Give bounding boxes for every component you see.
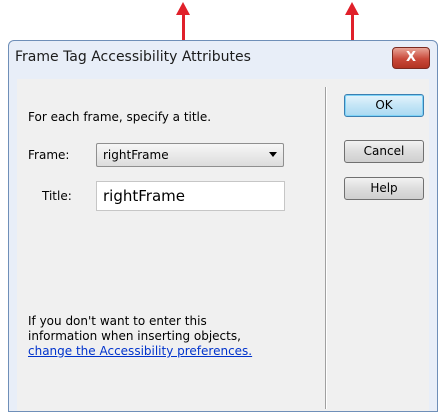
info-text: If you don't want to enter this informat… [28,314,252,359]
close-icon: X [405,50,417,65]
dialog-content: For each frame, specify a title. Frame: … [17,79,429,411]
title-bar: Frame Tag Accessibility Attributes X [9,41,437,75]
title-label: Title: [42,189,72,203]
instruction-text: For each frame, specify a title. [28,110,212,124]
frame-tag-accessibility-dialog: Frame Tag Accessibility Attributes X For… [8,40,438,412]
frame-select-value: rightFrame [103,148,169,162]
info-line-1: If you don't want to enter this [28,314,207,328]
title-input[interactable]: rightFrame [96,181,285,211]
ok-button[interactable]: OK [344,94,424,117]
cancel-button[interactable]: Cancel [344,140,424,163]
frame-label: Frame: [28,148,70,162]
info-line-2: information when inserting objects, [28,329,241,343]
dropdown-arrow-icon [269,152,277,157]
help-button[interactable]: Help [344,177,424,200]
accessibility-preferences-link[interactable]: change the Accessibility preferences. [28,344,252,359]
vertical-separator [325,87,327,409]
frame-select[interactable]: rightFrame [96,143,284,167]
close-button[interactable]: X [392,47,430,69]
dialog-title: Frame Tag Accessibility Attributes [15,49,251,65]
